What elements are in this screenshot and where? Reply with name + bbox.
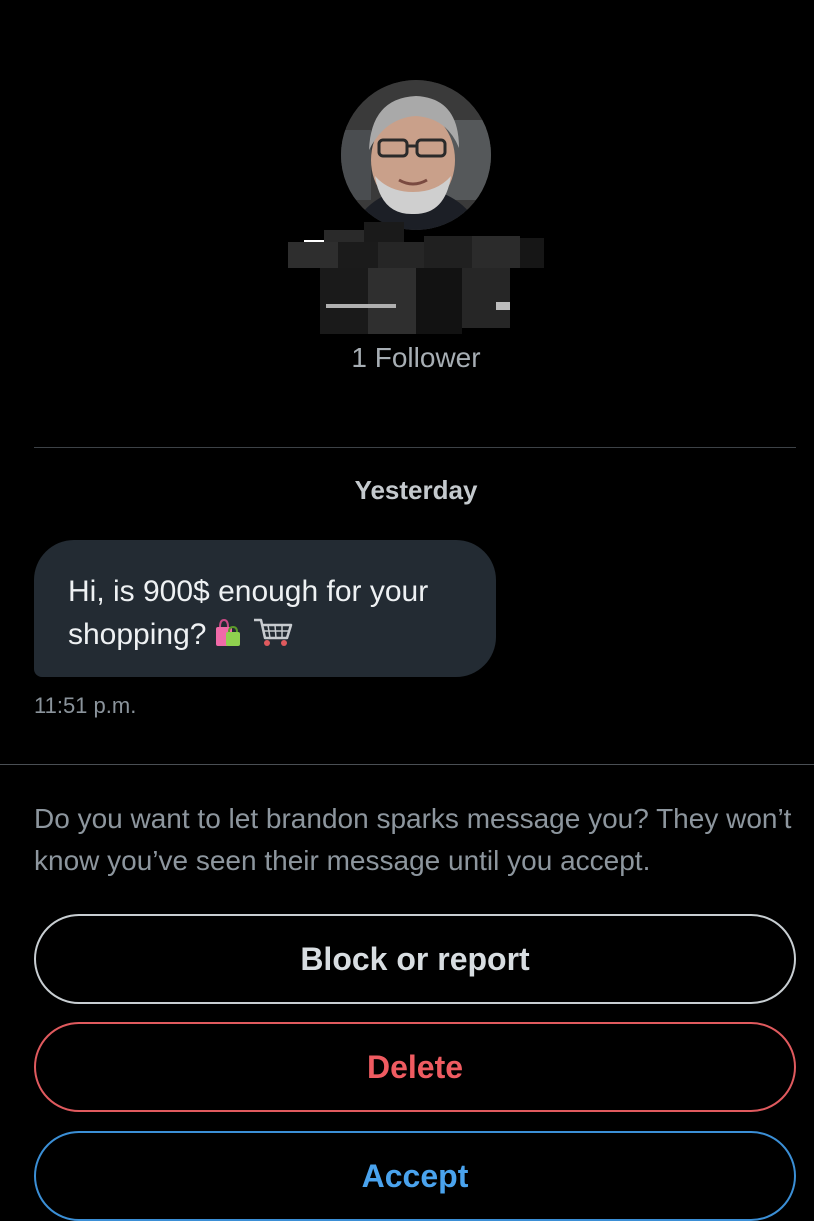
message-request-prompt: Do you want to let brandon sparks messag…	[34, 803, 792, 876]
profile-avatar[interactable]	[341, 80, 491, 230]
avatar-photo	[341, 80, 491, 230]
message-line-1: Hi, is 900$ enough for your	[68, 575, 429, 608]
message-line-2-text: shopping?	[68, 618, 207, 651]
shopping-cart-icon	[252, 616, 294, 660]
message-line-2: shopping?	[68, 613, 466, 660]
block-or-report-button[interactable]: Block or report	[34, 914, 796, 1004]
date-separator: Yesterday	[354, 475, 478, 505]
delete-button[interactable]: Delete	[34, 1022, 796, 1112]
redacted-name	[284, 222, 546, 340]
header-divider	[34, 447, 796, 448]
follower-count[interactable]: 1 Follower	[0, 342, 814, 374]
accept-button[interactable]: Accept	[34, 1131, 796, 1221]
message-bubble[interactable]: Hi, is 900$ enough for your shopping?	[34, 540, 496, 677]
message-timestamp: 11:51 p.m.	[34, 693, 137, 718]
section-divider	[0, 764, 814, 765]
shopping-bags-icon	[214, 617, 244, 660]
